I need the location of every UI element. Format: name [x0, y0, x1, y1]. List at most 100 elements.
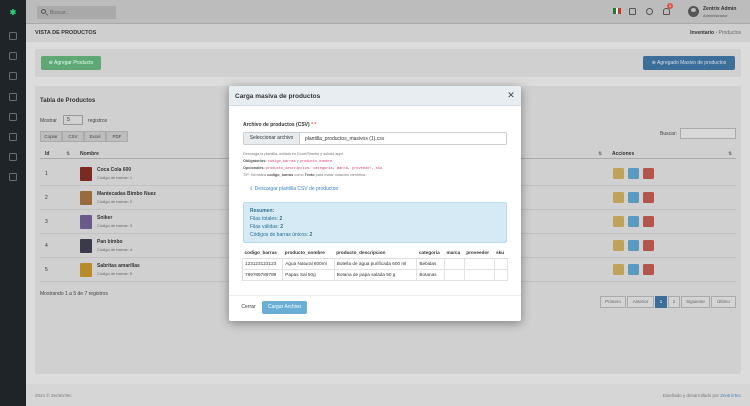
- dark-mode-icon[interactable]: [646, 8, 653, 15]
- fullscreen-icon[interactable]: [629, 8, 636, 15]
- gear-icon[interactable]: [9, 173, 17, 181]
- view-icon[interactable]: [613, 192, 624, 203]
- user-name[interactable]: Zentrix Admin: [703, 6, 736, 12]
- preview-cell: [493, 268, 509, 281]
- delete-icon[interactable]: [643, 264, 654, 275]
- summary-box: Resumen: Filas totales: 2 Filas válidas:…: [243, 202, 507, 243]
- preview-cell: [463, 268, 495, 281]
- csv-button[interactable]: CSV: [62, 131, 84, 142]
- col-id[interactable]: Id: [45, 151, 49, 157]
- preview-row: 123123123123 Agua Natural 600ml Botella …: [241, 257, 509, 270]
- close-icon[interactable]: ✕: [506, 90, 516, 100]
- delete-icon[interactable]: [643, 168, 654, 179]
- page-1[interactable]: 1: [655, 296, 667, 308]
- page-2[interactable]: 2: [668, 296, 680, 308]
- product-thumbnail: [80, 191, 92, 205]
- download-template-link[interactable]: ⇩ Descargar plantilla CSV de productos: [249, 186, 338, 192]
- inventory-icon[interactable]: [9, 72, 17, 80]
- product-name: Sabritas amarillas: [97, 263, 140, 269]
- view-icon[interactable]: [613, 264, 624, 275]
- edit-icon[interactable]: [628, 192, 639, 203]
- delete-icon[interactable]: [643, 192, 654, 203]
- bulk-add-button[interactable]: ⊕ Agregado Masivo de productos: [643, 56, 735, 70]
- excel-button[interactable]: Excel: [84, 131, 106, 142]
- choose-file-button[interactable]: Seleccionar archivo: [244, 133, 300, 144]
- avatar[interactable]: [688, 6, 699, 17]
- copy-button[interactable]: Copiar: [40, 131, 62, 142]
- cancel-button[interactable]: Cerrar: [237, 301, 260, 314]
- page-next[interactable]: Siguiente: [681, 296, 710, 308]
- sort-icon[interactable]: ⇅: [598, 151, 602, 157]
- view-icon[interactable]: [613, 216, 624, 227]
- edit-icon[interactable]: [628, 240, 639, 251]
- page-length-select[interactable]: 5: [63, 115, 83, 125]
- upload-file-button[interactable]: Cargar Archivo: [262, 301, 307, 314]
- page-first[interactable]: Primero: [600, 296, 626, 308]
- row-id: 4: [45, 243, 48, 249]
- preview-col: producto_descripcion: [334, 247, 417, 259]
- delete-icon[interactable]: [643, 216, 654, 227]
- required-marker: * *: [311, 122, 317, 128]
- help-required-label: Obligatorios:: [243, 159, 267, 163]
- page-title: VISTA DE PRODUCTOS: [35, 30, 97, 36]
- col-name[interactable]: Nombre: [80, 151, 99, 157]
- app-logo[interactable]: ✱: [8, 9, 18, 17]
- breadcrumb: Inventario › Productos: [690, 30, 741, 36]
- page-prev[interactable]: Anterior: [627, 296, 654, 308]
- summary-valid-label: Filas válidas:: [250, 224, 279, 230]
- messages-icon[interactable]: [9, 153, 17, 161]
- add-product-button[interactable]: ⊕ Agregar Producto: [41, 56, 101, 70]
- file-field-label: Archivo de productos (CSV) * *: [243, 122, 316, 128]
- product-thumbnail: [80, 263, 92, 277]
- search-input[interactable]: Buscar...: [37, 6, 116, 19]
- product-code: Código de barras: 2: [97, 199, 133, 204]
- help-required-code: codigo_barras: [267, 160, 296, 164]
- help-optional-code: producto_descripcion, categoria, marca, …: [265, 167, 383, 171]
- edit-icon[interactable]: [628, 264, 639, 275]
- product-code: Código de barras: 4: [97, 247, 133, 252]
- settings-icon[interactable]: [9, 113, 17, 121]
- preview-cell: 789789789789: [241, 268, 284, 281]
- file-input[interactable]: Seleccionar archivo plantilla_productos_…: [243, 132, 507, 145]
- view-icon[interactable]: [613, 240, 624, 251]
- footer-brand-link[interactable]: ZentrixTec: [720, 393, 741, 398]
- help-required-code-2: producto_nombre: [299, 160, 333, 164]
- sort-icon[interactable]: ⇅: [66, 151, 70, 157]
- sort-icon[interactable]: ⇅: [728, 151, 732, 157]
- help-tip-format: Texto: [304, 173, 315, 177]
- summary-valid-value: 2: [280, 224, 284, 230]
- help-tip-mid: como: [294, 173, 304, 177]
- preview-cell: Bebidas: [416, 257, 445, 270]
- preview-col: marca: [444, 247, 465, 259]
- edit-icon[interactable]: [628, 216, 639, 227]
- page-last[interactable]: Último: [711, 296, 736, 308]
- bell-icon[interactable]: [663, 8, 670, 15]
- summary-total: Filas totales: 2: [250, 216, 282, 222]
- records-label: registros: [88, 118, 108, 124]
- pdf-button[interactable]: PDF: [106, 131, 128, 142]
- delete-icon[interactable]: [643, 240, 654, 251]
- preview-table: codigo_barras producto_nombre producto_d…: [241, 247, 509, 281]
- breadcrumb-productos: Productos: [718, 30, 741, 36]
- actions-card: ⊕ Agregar Producto ⊕ Agregado Masivo de …: [35, 49, 741, 77]
- summary-title: Resumen:: [250, 208, 275, 214]
- reports-icon[interactable]: [9, 133, 17, 141]
- table-search-input[interactable]: [680, 128, 736, 139]
- language-flag-icon[interactable]: [613, 8, 622, 14]
- file-label-text: Archivo de productos (CSV): [243, 122, 310, 128]
- sales-icon[interactable]: [9, 93, 17, 101]
- notification-badge: 1: [667, 3, 673, 9]
- view-icon[interactable]: [613, 168, 624, 179]
- product-name: Mantecadas Bimbo Nuez: [97, 191, 156, 197]
- help-line-3: Opcionales: producto_descripcion, catego…: [243, 166, 382, 171]
- dashboard-icon[interactable]: [9, 32, 17, 40]
- users-icon[interactable]: [9, 52, 17, 60]
- preview-col: producto_nombre: [282, 247, 335, 259]
- breadcrumb-inventario[interactable]: Inventario: [690, 30, 714, 36]
- row-id: 3: [45, 219, 48, 225]
- topbar: Buscar... 1 Zentrix Admin Administrador: [26, 0, 750, 24]
- preview-cell: 123123123123: [241, 257, 284, 270]
- edit-icon[interactable]: [628, 168, 639, 179]
- preview-header-row: codigo_barras producto_nombre producto_d…: [242, 247, 508, 259]
- help-optional-label: Opcionales:: [243, 166, 265, 170]
